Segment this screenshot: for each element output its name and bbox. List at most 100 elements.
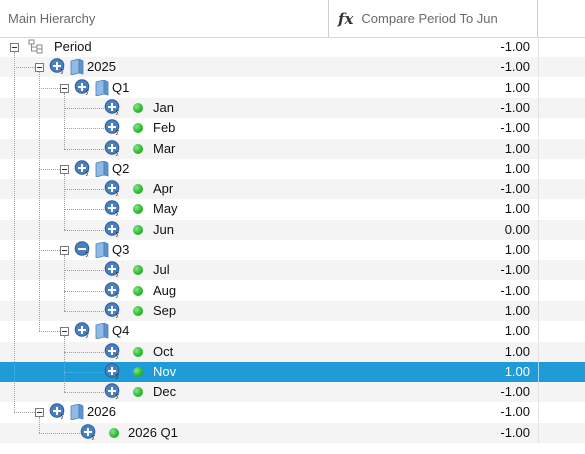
tree-node-label: Mar: [153, 141, 176, 156]
compare-value: -1.00: [500, 425, 530, 440]
collapse-toggle[interactable]: [10, 43, 19, 52]
collapse-toggle[interactable]: [60, 246, 69, 255]
svg-text:Σ: Σ: [115, 232, 119, 238]
expand-member-icon[interactable]: Σ: [104, 343, 120, 362]
expand-member-icon[interactable]: Σ: [104, 119, 120, 138]
expand-member-icon[interactable]: Σ: [104, 99, 120, 118]
column-divider: [538, 37, 539, 57]
expand-member-icon[interactable]: Σ: [74, 322, 90, 341]
table-row[interactable]: Σ Q1 1.00: [0, 78, 585, 98]
tree-connector: [39, 250, 60, 251]
expand-member-icon[interactable]: Σ: [104, 302, 120, 321]
svg-text:Σ: Σ: [115, 354, 119, 360]
column-divider: [538, 362, 539, 382]
expand-member-icon[interactable]: Σ: [104, 383, 120, 402]
compare-value: 1.00: [504, 323, 530, 338]
compare-value: -1.00: [500, 39, 530, 54]
tree-node-label: Q4: [112, 323, 130, 338]
tree-node-label: Jun: [153, 222, 174, 237]
status-green-icon: [109, 428, 119, 438]
table-row[interactable]: Σ Jul -1.00: [0, 260, 585, 280]
table-row[interactable]: Σ 2026 Q1 -1.00: [0, 423, 585, 443]
table-row[interactable]: Σ Nov 1.00: [0, 362, 585, 382]
table-row[interactable]: Σ May 1.00: [0, 199, 585, 219]
tree-connector: [64, 311, 104, 312]
tree-node-label: Jan: [153, 100, 174, 115]
status-green-icon: [133, 286, 143, 296]
status-green-icon: [133, 144, 143, 154]
status-green-icon: [133, 265, 143, 275]
tree-node-label: Q3: [112, 242, 130, 257]
column-divider: [538, 240, 539, 260]
column-divider: [538, 342, 539, 362]
svg-text:Σ: Σ: [115, 272, 119, 278]
table-row[interactable]: Σ 2026 -1.00: [0, 402, 585, 422]
table-row[interactable]: Σ Q4 1.00: [0, 321, 585, 341]
tree-connector: [39, 331, 60, 332]
svg-text:Σ: Σ: [85, 171, 89, 177]
tree-node-label: Oct: [153, 344, 174, 359]
compare-value: -1.00: [500, 100, 530, 115]
column-header-compare-period[interactable]: fx Compare Period To Jun: [330, 0, 538, 37]
table-row[interactable]: Σ 2025 -1.00: [0, 57, 585, 77]
compare-value: 1.00: [504, 201, 530, 216]
table-row[interactable]: Σ Aug -1.00: [0, 281, 585, 301]
table-row[interactable]: Σ Oct 1.00: [0, 342, 585, 362]
status-green-icon: [133, 225, 143, 235]
tree-connector: [64, 108, 104, 109]
table-row[interactable]: Σ Q2 1.00: [0, 159, 585, 179]
tree-connector: [39, 72, 40, 331]
table-row[interactable]: Σ Mar 1.00: [0, 139, 585, 159]
tree-node-label: Q1: [112, 80, 130, 95]
expand-member-icon[interactable]: Σ: [104, 363, 120, 382]
tree-node-label: Apr: [153, 181, 174, 196]
expand-member-icon[interactable]: Σ: [104, 200, 120, 219]
tree-connector: [64, 352, 104, 353]
compare-value: 1.00: [504, 364, 530, 379]
table-row[interactable]: Σ Jan -1.00: [0, 98, 585, 118]
collapse-toggle[interactable]: [60, 327, 69, 336]
tree-connector: [64, 189, 104, 190]
expand-member-icon[interactable]: Σ: [104, 282, 120, 301]
status-green-icon: [133, 367, 143, 377]
expand-member-icon[interactable]: Σ: [49, 403, 65, 422]
table-row[interactable]: Period -1.00: [0, 37, 585, 57]
tree-node-label: Sep: [153, 303, 177, 318]
tree-connector: [64, 149, 104, 150]
tree-connector: [64, 93, 65, 149]
column-divider: [538, 382, 539, 402]
svg-text:Σ: Σ: [115, 313, 119, 319]
expand-member-icon[interactable]: Σ: [74, 160, 90, 179]
collapse-toggle[interactable]: [60, 84, 69, 93]
table-row[interactable]: Σ Feb -1.00: [0, 118, 585, 138]
collapse-toggle[interactable]: [35, 408, 44, 417]
table-row[interactable]: Σ Dec -1.00: [0, 382, 585, 402]
svg-text:Σ: Σ: [115, 394, 119, 400]
collapse-member-icon[interactable]: Σ: [74, 241, 90, 260]
expand-member-icon[interactable]: Σ: [104, 180, 120, 199]
expand-member-icon[interactable]: Σ: [80, 424, 96, 443]
column-header-main-hierarchy[interactable]: Main Hierarchy: [0, 0, 329, 37]
column-divider: [538, 301, 539, 321]
tree-node-label: Aug: [153, 283, 177, 298]
tree-node-label: May: [153, 201, 178, 216]
expand-member-icon[interactable]: Σ: [104, 221, 120, 240]
svg-text:Σ: Σ: [115, 110, 119, 116]
table-row[interactable]: Σ Jun 0.00: [0, 220, 585, 240]
expand-member-icon[interactable]: Σ: [74, 79, 90, 98]
status-green-icon: [133, 184, 143, 194]
table-row[interactable]: Σ Sep 1.00: [0, 301, 585, 321]
column-divider: [538, 199, 539, 219]
expand-member-icon[interactable]: Σ: [104, 261, 120, 280]
column-divider: [538, 57, 539, 77]
collapse-toggle[interactable]: [60, 165, 69, 174]
table-row[interactable]: Σ Apr -1.00: [0, 179, 585, 199]
expand-member-icon[interactable]: Σ: [104, 140, 120, 159]
tree-node-label: Feb: [153, 120, 176, 135]
collapse-toggle[interactable]: [35, 63, 44, 72]
compare-value: 1.00: [504, 141, 530, 156]
tree-node-label: Q2: [112, 161, 130, 176]
compare-value: -1.00: [500, 404, 530, 419]
expand-member-icon[interactable]: Σ: [49, 58, 65, 77]
table-row[interactable]: Σ Q3 1.00: [0, 240, 585, 260]
